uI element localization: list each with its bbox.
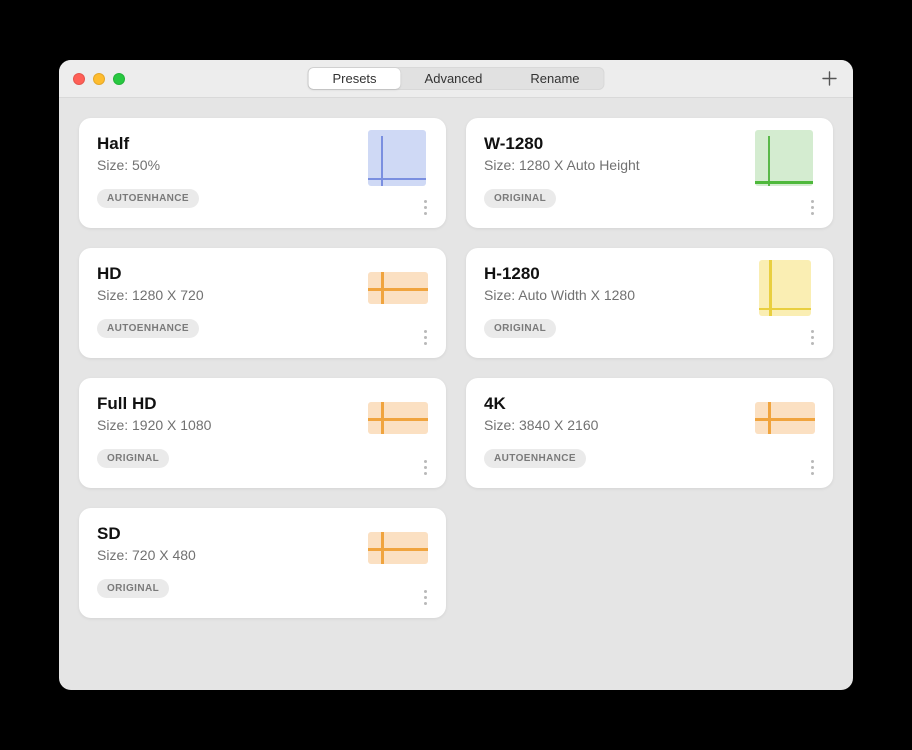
traffic-lights: [73, 73, 125, 85]
preset-more-button[interactable]: [414, 326, 436, 348]
preset-tag: AUTOENHANCE: [484, 449, 586, 468]
preset-more-button[interactable]: [414, 196, 436, 218]
preset-grid: HalfSize: 50%AUTOENHANCEW-1280Size: 1280…: [79, 118, 833, 618]
plus-icon: [822, 71, 837, 86]
tab-advanced[interactable]: Advanced: [401, 68, 507, 89]
preset-tag-row: AUTOENHANCE: [484, 449, 815, 468]
preset-more-button[interactable]: [414, 456, 436, 478]
preset-tag: ORIGINAL: [97, 449, 169, 468]
preset-thumbnail-icon: [755, 260, 815, 320]
preset-tag-row: ORIGINAL: [97, 449, 428, 468]
titlebar: Presets Advanced Rename: [59, 60, 853, 98]
preset-tag: AUTOENHANCE: [97, 189, 199, 208]
preset-tag-row: AUTOENHANCE: [97, 189, 428, 208]
add-preset-button[interactable]: [817, 67, 841, 91]
preset-tag: AUTOENHANCE: [97, 319, 199, 338]
preset-more-button[interactable]: [414, 586, 436, 608]
preset-thumbnail-icon: [368, 520, 428, 580]
preset-tag-row: ORIGINAL: [97, 579, 428, 598]
preset-thumbnail-icon: [368, 260, 428, 320]
preset-tag-row: ORIGINAL: [484, 189, 815, 208]
preset-tag: ORIGINAL: [97, 579, 169, 598]
preset-thumbnail-icon: [368, 390, 428, 450]
preset-card[interactable]: SDSize: 720 X 480ORIGINAL: [79, 508, 446, 618]
preset-card[interactable]: HalfSize: 50%AUTOENHANCE: [79, 118, 446, 228]
app-window: Presets Advanced Rename HalfSize: 50%AUT…: [59, 60, 853, 690]
window-close-button[interactable]: [73, 73, 85, 85]
window-minimize-button[interactable]: [93, 73, 105, 85]
preset-tag: ORIGINAL: [484, 319, 556, 338]
preset-more-button[interactable]: [801, 326, 823, 348]
preset-tag-row: AUTOENHANCE: [97, 319, 428, 338]
preset-card[interactable]: HDSize: 1280 X 720AUTOENHANCE: [79, 248, 446, 358]
preset-tag: ORIGINAL: [484, 189, 556, 208]
preset-thumbnail-icon: [755, 390, 815, 450]
tab-presets[interactable]: Presets: [308, 68, 400, 89]
preset-card[interactable]: H-1280Size: Auto Width X 1280ORIGINAL: [466, 248, 833, 358]
preset-card[interactable]: 4KSize: 3840 X 2160AUTOENHANCE: [466, 378, 833, 488]
window-zoom-button[interactable]: [113, 73, 125, 85]
preset-more-button[interactable]: [801, 196, 823, 218]
content-area: HalfSize: 50%AUTOENHANCEW-1280Size: 1280…: [59, 98, 853, 690]
preset-card[interactable]: W-1280Size: 1280 X Auto HeightORIGINAL: [466, 118, 833, 228]
preset-thumbnail-icon: [755, 130, 815, 190]
preset-card[interactable]: Full HDSize: 1920 X 1080ORIGINAL: [79, 378, 446, 488]
tab-rename[interactable]: Rename: [506, 68, 603, 89]
tab-segmented-control: Presets Advanced Rename: [307, 67, 604, 90]
preset-more-button[interactable]: [801, 456, 823, 478]
preset-tag-row: ORIGINAL: [484, 319, 815, 338]
preset-thumbnail-icon: [368, 130, 428, 190]
